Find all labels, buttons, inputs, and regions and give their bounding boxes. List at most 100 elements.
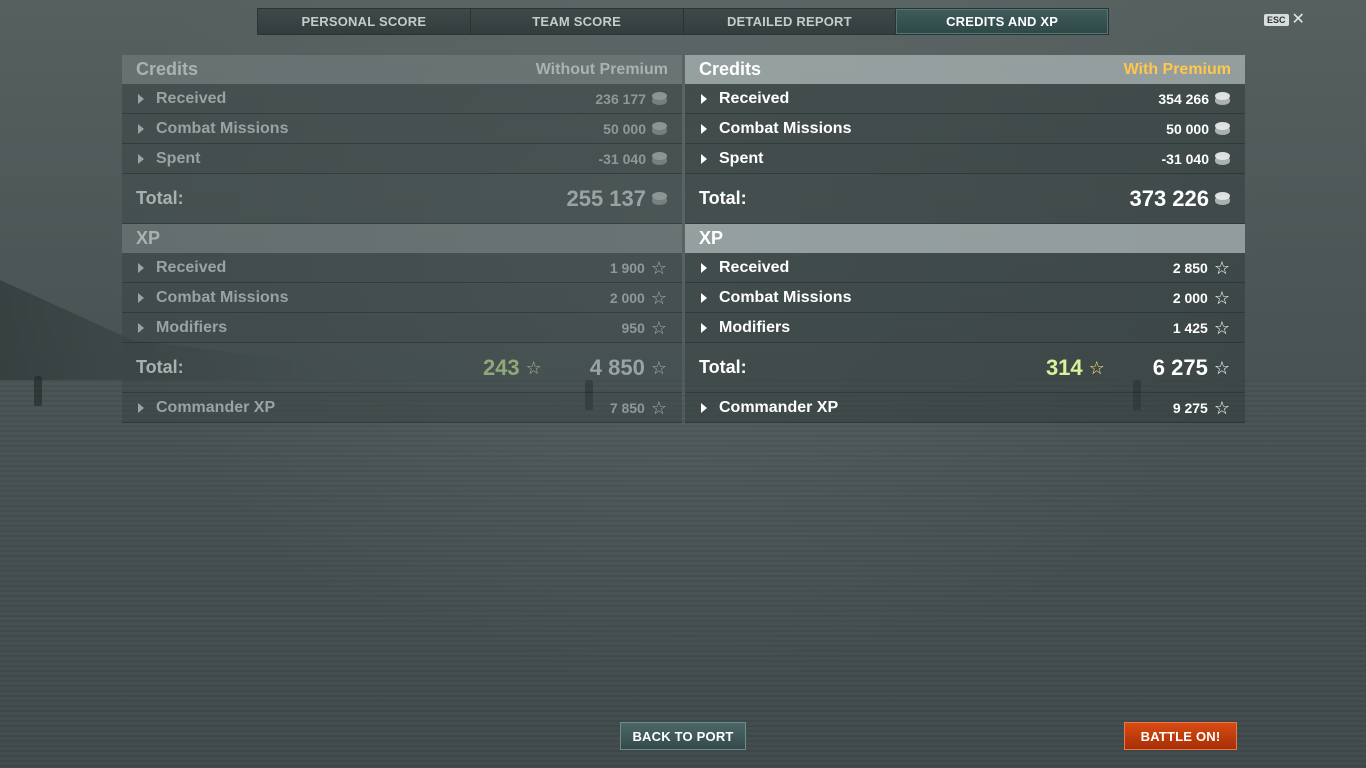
xp-star-icon: ☆ <box>650 257 667 278</box>
panel-without-premium: Credits Without Premium Received 236 177… <box>122 55 682 423</box>
credits-icon <box>652 191 667 206</box>
credits-icon <box>652 121 667 136</box>
credits-icon <box>652 91 667 106</box>
row-label: Modifiers <box>156 318 228 336</box>
credits-row-received[interactable]: Received 236 177 <box>122 84 682 114</box>
expand-arrow-icon <box>138 262 144 273</box>
xp-star-icon: ☆ <box>650 357 667 378</box>
row-value: 1 900 <box>609 259 645 276</box>
row-value: -31 040 <box>598 150 646 167</box>
credits-icon <box>1215 191 1230 206</box>
credits-icon <box>1215 151 1230 166</box>
row-label: Spent <box>156 149 201 167</box>
tab-personal-score[interactable]: PERSONAL SCORE <box>258 9 471 34</box>
expand-arrow-icon <box>138 292 144 303</box>
expand-arrow-icon <box>138 123 144 134</box>
xp-title: XP <box>136 228 161 248</box>
background-buoy <box>34 376 42 406</box>
results-tabs: PERSONAL SCORE TEAM SCORE DETAILED REPOR… <box>257 8 1109 35</box>
credits-total-value: 373 226 <box>1129 185 1209 211</box>
row-value: -31 040 <box>1161 150 1209 167</box>
xp-star-icon: ☆ <box>1213 287 1230 308</box>
xp-bonus-star-icon: ☆ <box>1088 357 1105 378</box>
credits-row-combat-missions[interactable]: Combat Missions 50 000 <box>685 114 1245 144</box>
close-icon: ✕ <box>1291 11 1305 28</box>
total-label: Total: <box>699 357 747 377</box>
expand-arrow-icon <box>701 292 707 303</box>
xp-star-icon: ☆ <box>1213 317 1230 338</box>
xp-star-icon: ☆ <box>650 287 667 308</box>
total-label: Total: <box>136 357 184 377</box>
credits-header: Credits With Premium <box>685 55 1245 84</box>
tab-credits-and-xp[interactable]: CREDITS AND XP <box>896 9 1108 34</box>
xp-bonus-value: 314 <box>1045 354 1083 380</box>
background-water <box>0 380 1366 768</box>
expand-arrow-icon <box>701 123 707 134</box>
panel-with-premium: Credits With Premium Received 354 266 Co… <box>685 55 1245 423</box>
credits-row-combat-missions[interactable]: Combat Missions 50 000 <box>122 114 682 144</box>
expand-arrow-icon <box>701 93 707 104</box>
premium-status-label: With Premium <box>1123 60 1231 78</box>
xp-row-received[interactable]: Received 2 850 ☆ <box>685 253 1245 283</box>
xp-row-combat-missions[interactable]: Combat Missions 2 000 ☆ <box>685 283 1245 313</box>
row-label: Modifiers <box>719 318 791 336</box>
row-label: Spent <box>719 149 764 167</box>
xp-header: XP <box>122 224 682 253</box>
xp-row-received[interactable]: Received 1 900 ☆ <box>122 253 682 283</box>
credits-total-row: Total: 373 226 <box>685 174 1245 224</box>
xp-row-combat-missions[interactable]: Combat Missions 2 000 ☆ <box>122 283 682 313</box>
row-value: 50 000 <box>1166 120 1209 137</box>
expand-arrow-icon <box>138 93 144 104</box>
xp-star-icon: ☆ <box>1213 397 1230 418</box>
row-value: 7 850 <box>609 399 645 416</box>
xp-total-row: Total: 243 ☆ 4 850 ☆ <box>122 343 682 393</box>
xp-total-value: 4 850 <box>589 354 645 380</box>
xp-star-icon: ☆ <box>650 397 667 418</box>
row-value: 2 000 <box>609 289 645 306</box>
credits-row-spent[interactable]: Spent -31 040 <box>685 144 1245 174</box>
row-label: Received <box>719 258 790 276</box>
row-value: 2 000 <box>1172 289 1208 306</box>
row-value: 1 425 <box>1172 319 1208 336</box>
premium-status-label: Without Premium <box>535 60 668 78</box>
row-value: 50 000 <box>603 120 646 137</box>
close-button[interactable]: ESC ✕ <box>1264 11 1305 28</box>
expand-arrow-icon <box>701 262 707 273</box>
row-value: 236 177 <box>595 90 646 107</box>
tab-detailed-report[interactable]: DETAILED REPORT <box>683 9 897 34</box>
row-value: 950 <box>621 319 645 336</box>
credits-title: Credits <box>699 59 762 79</box>
row-label: Received <box>719 89 790 107</box>
credits-row-spent[interactable]: Spent -31 040 <box>122 144 682 174</box>
row-label: Received <box>156 258 227 276</box>
total-label: Total: <box>136 188 184 208</box>
xp-bonus-value: 243 <box>482 354 520 380</box>
back-to-port-button[interactable]: BACK TO PORT <box>620 722 746 750</box>
credits-icon <box>1215 121 1230 136</box>
xp-total-value: 6 275 <box>1152 354 1208 380</box>
xp-row-modifiers[interactable]: Modifiers 950 ☆ <box>122 313 682 343</box>
row-label: Combat Missions <box>156 288 289 306</box>
xp-header: XP <box>685 224 1245 253</box>
commander-xp-row[interactable]: Commander XP 7 850 ☆ <box>122 393 682 423</box>
esc-key-badge: ESC <box>1264 14 1289 26</box>
expand-arrow-icon <box>701 402 707 413</box>
tab-team-score[interactable]: TEAM SCORE <box>470 9 684 34</box>
commander-xp-row[interactable]: Commander XP 9 275 ☆ <box>685 393 1245 423</box>
row-value: 2 850 <box>1172 259 1208 276</box>
battle-on-button[interactable]: BATTLE ON! <box>1124 722 1237 750</box>
total-label: Total: <box>699 188 747 208</box>
expand-arrow-icon <box>701 322 707 333</box>
row-label: Commander XP <box>156 398 276 416</box>
row-value: 9 275 <box>1172 399 1208 416</box>
credits-header: Credits Without Premium <box>122 55 682 84</box>
row-label: Commander XP <box>719 398 839 416</box>
xp-star-icon: ☆ <box>650 317 667 338</box>
credits-icon <box>1215 91 1230 106</box>
expand-arrow-icon <box>138 153 144 164</box>
xp-row-modifiers[interactable]: Modifiers 1 425 ☆ <box>685 313 1245 343</box>
row-label: Combat Missions <box>719 288 852 306</box>
xp-title: XP <box>699 228 724 248</box>
row-label: Received <box>156 89 227 107</box>
credits-row-received[interactable]: Received 354 266 <box>685 84 1245 114</box>
